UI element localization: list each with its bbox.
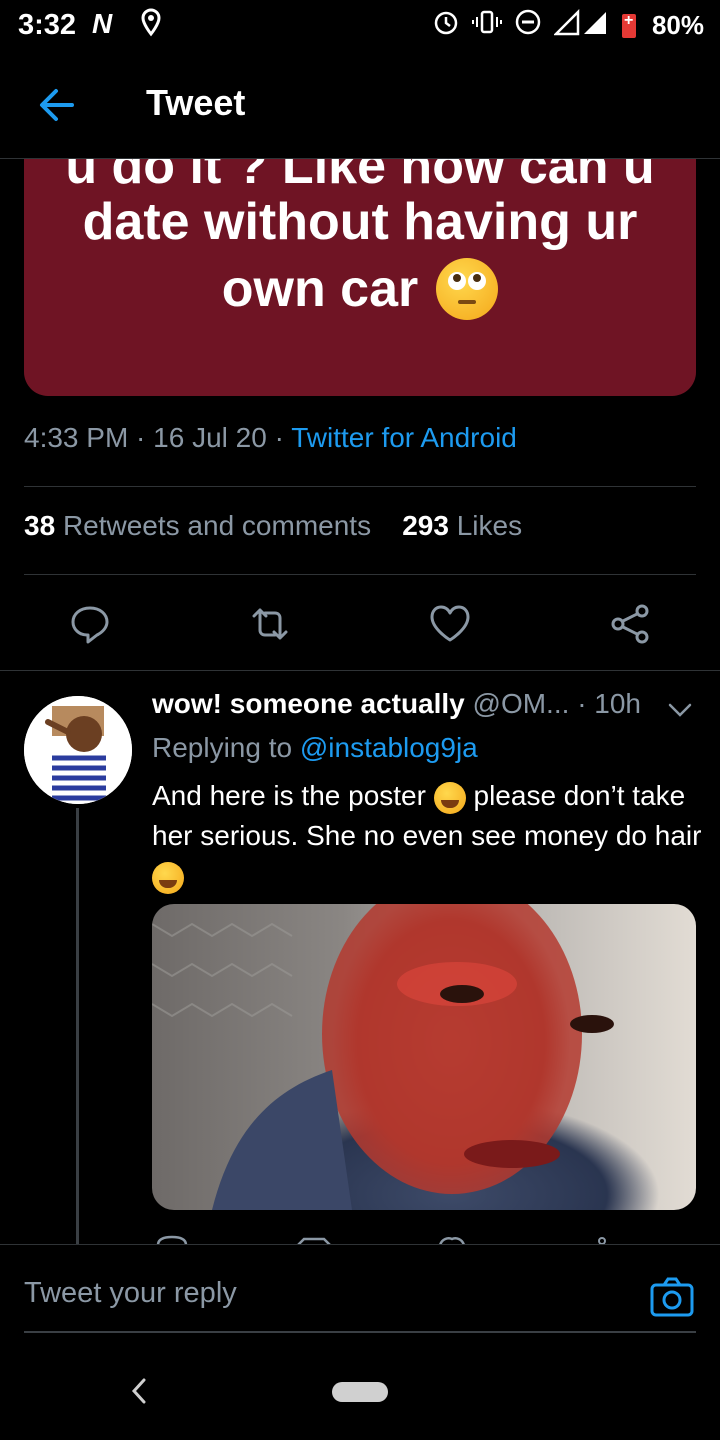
nav-back-icon[interactable] [126, 1374, 152, 1408]
status-time: 3:32 [18, 9, 77, 41]
likes-stat[interactable]: 293 Likes [402, 510, 522, 541]
thread-line [76, 808, 79, 1244]
reply-timestamp: · 10h [577, 688, 642, 719]
location-icon [140, 8, 162, 45]
status-bar: 3:32 N 80% [0, 0, 720, 52]
top-app-bar: Tweet [0, 52, 720, 159]
likes-count: 293 [402, 510, 449, 541]
tweet-date: 16 Jul 20 [153, 422, 267, 453]
composer-underline [24, 1331, 696, 1333]
reply-display-name[interactable]: wow! someone actually [152, 688, 465, 719]
reply-text-part1: And here is the poster [152, 780, 426, 811]
reply-handle[interactable]: @OM... [473, 688, 570, 719]
battery-percent: 80% [651, 10, 704, 40]
tweet-action-bar [0, 598, 720, 650]
likes-label: Likes [456, 510, 523, 541]
eye-roll-emoji-icon [436, 258, 499, 320]
camera-icon[interactable] [650, 1277, 694, 1317]
retweets-stat[interactable]: 38 Retweets and comments [24, 510, 371, 541]
like-heart-icon[interactable] [424, 598, 476, 650]
battery-icon [621, 12, 636, 38]
reply-photo[interactable] [152, 904, 696, 1210]
retweets-label: Retweets and comments [62, 510, 372, 541]
avatar[interactable] [24, 696, 132, 804]
reply-text: And here is the poster please don’t take… [152, 776, 702, 896]
laughing-tears-emoji-icon [433, 781, 466, 814]
tweet-meta: 4:33 PM · 16 Jul 20 · Twitter for Androi… [24, 422, 517, 453]
share-icon[interactable] [604, 598, 656, 650]
app-notification-icon: N [92, 8, 113, 39]
tweet-stats: 38 Retweets and comments 293 Likes [24, 510, 522, 542]
reply-input-placeholder[interactable]: Tweet your reply [24, 1277, 237, 1310]
divider [24, 574, 696, 575]
rofl-emoji-icon [152, 861, 184, 894]
vibrate-icon [471, 9, 502, 42]
reply-actions-peek [152, 1232, 696, 1244]
reply-header: wow! someone actually @OM... · 10h [152, 688, 641, 720]
retweet-icon[interactable] [244, 598, 296, 650]
image-text-line-2: date without having ur [82, 193, 638, 251]
retweets-count: 38 [24, 510, 56, 541]
tweet-source-link[interactable]: Twitter for Android [291, 422, 517, 453]
replying-handle-link[interactable]: @instablog9ja [300, 732, 478, 763]
chevron-down-icon[interactable] [666, 696, 694, 724]
home-gesture-pill[interactable] [332, 1382, 388, 1402]
back-arrow-icon[interactable] [34, 82, 80, 128]
tweet-time: 4:33 PM [24, 422, 129, 453]
divider [0, 670, 720, 671]
reply-icon[interactable] [64, 598, 116, 650]
image-text-line-3-row: own car [24, 258, 696, 320]
status-right-icons: 80% [432, 8, 704, 43]
alarm-icon [432, 8, 460, 43]
replying-prefix: Replying to [152, 732, 293, 763]
page-title: Tweet [146, 82, 246, 123]
replying-to: Replying to @instablog9ja [152, 732, 478, 764]
do-not-disturb-icon [514, 8, 542, 43]
signal-icon [552, 8, 610, 43]
reply-composer[interactable]: Tweet your reply [0, 1244, 720, 1333]
divider [24, 486, 696, 487]
image-text-line-3: own car [221, 260, 419, 318]
